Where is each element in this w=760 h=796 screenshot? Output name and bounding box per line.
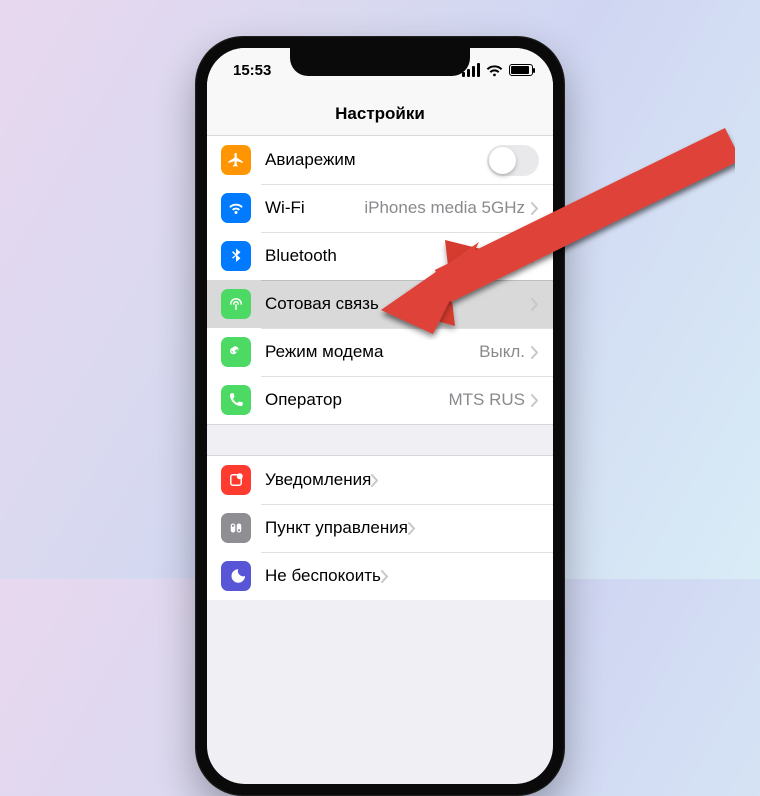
- row-do-not-disturb[interactable]: Не беспокоить: [207, 552, 553, 600]
- cellular-icon: [221, 289, 251, 319]
- row-value: Вкл.: [491, 246, 531, 266]
- row-carrier[interactable]: Оператор MTS RUS: [207, 376, 553, 424]
- settings-list[interactable]: Авиарежим Wi-Fi iPhones media 5GHz Bluet…: [207, 136, 553, 600]
- chevron-right-icon: [531, 346, 539, 359]
- row-wifi[interactable]: Wi-Fi iPhones media 5GHz: [207, 184, 553, 232]
- airplane-icon: [221, 145, 251, 175]
- page-title: Настройки: [335, 104, 425, 124]
- notch: [290, 48, 470, 76]
- row-airplane-mode[interactable]: Авиарежим: [207, 136, 553, 184]
- bluetooth-icon: [221, 241, 251, 271]
- airplane-toggle[interactable]: [487, 145, 539, 176]
- row-cellular[interactable]: Сотовая связь: [207, 280, 553, 328]
- dnd-icon: [221, 561, 251, 591]
- chevron-right-icon: [531, 298, 539, 311]
- chevron-right-icon: [531, 394, 539, 407]
- hotspot-icon: [221, 337, 251, 367]
- row-label: Оператор: [265, 390, 342, 410]
- control-center-icon: [221, 513, 251, 543]
- chevron-right-icon: [381, 570, 389, 583]
- row-label: Wi-Fi: [265, 198, 305, 218]
- row-hotspot[interactable]: Режим модема Выкл.: [207, 328, 553, 376]
- screen: 15:53 Настройки Авиарежим: [207, 48, 553, 784]
- row-label: Сотовая связь: [265, 294, 379, 314]
- row-value: MTS RUS: [449, 390, 532, 410]
- phone-icon: [221, 385, 251, 415]
- section-separator: [207, 424, 553, 456]
- row-notifications[interactable]: Уведомления: [207, 456, 553, 504]
- chevron-right-icon: [408, 522, 416, 535]
- battery-icon: [509, 64, 533, 76]
- row-label: Уведомления: [265, 470, 371, 490]
- row-label: Авиарежим: [265, 150, 356, 170]
- row-label: Режим модема: [265, 342, 383, 362]
- row-label: Пункт управления: [265, 518, 408, 538]
- row-label: Bluetooth: [265, 246, 337, 266]
- chevron-right-icon: [371, 474, 379, 487]
- row-value: iPhones media 5GHz: [364, 198, 531, 218]
- row-label: Не беспокоить: [265, 566, 381, 586]
- status-time: 15:53: [233, 62, 271, 79]
- notifications-icon: [221, 465, 251, 495]
- nav-bar: Настройки: [207, 92, 553, 136]
- wifi-icon: [486, 64, 503, 76]
- row-control-center[interactable]: Пункт управления: [207, 504, 553, 552]
- chevron-right-icon: [531, 250, 539, 263]
- phone-frame: 15:53 Настройки Авиарежим: [195, 36, 565, 796]
- row-bluetooth[interactable]: Bluetooth Вкл.: [207, 232, 553, 280]
- chevron-right-icon: [531, 202, 539, 215]
- row-value: Выкл.: [479, 342, 531, 362]
- wifi-settings-icon: [221, 193, 251, 223]
